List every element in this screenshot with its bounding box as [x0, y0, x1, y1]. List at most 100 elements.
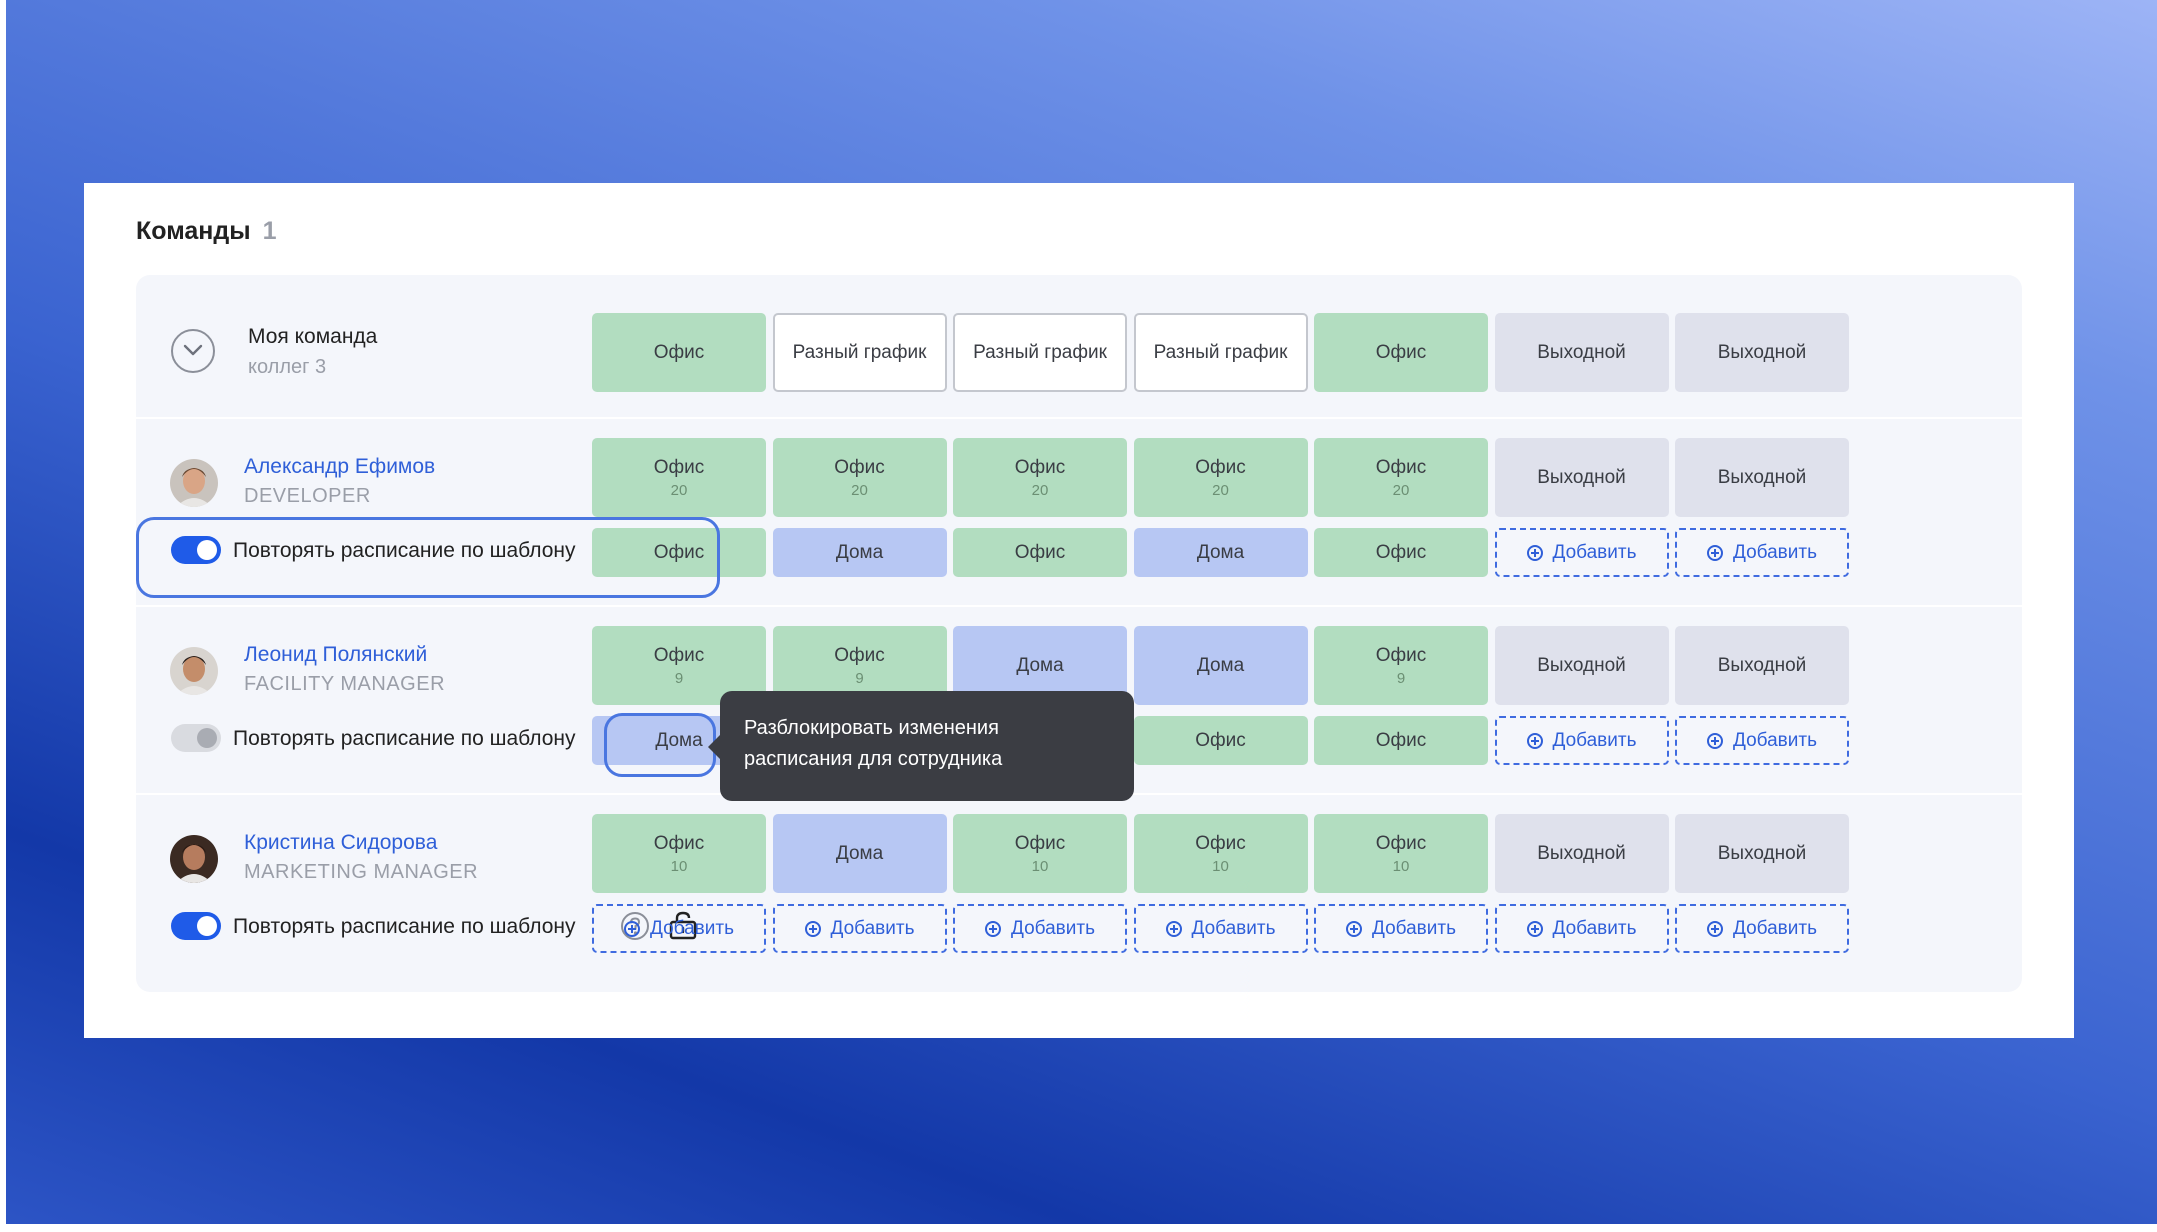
- employee-name[interactable]: Леонид Полянский: [244, 643, 427, 667]
- day-cell-office[interactable]: Офис 9: [1314, 626, 1488, 705]
- day-cell-office[interactable]: Офис 20: [772, 438, 947, 517]
- day-cell-office[interactable]: Офис 20: [953, 438, 1127, 517]
- unlock-tooltip: Разблокировать изменения расписания для …: [708, 691, 1134, 801]
- add-day-button[interactable]: Добавить: [1675, 716, 1849, 765]
- day-cell-off[interactable]: Выходной: [1494, 438, 1669, 517]
- plus-circle-icon: [1526, 732, 1543, 749]
- day-cell-home[interactable]: Дома: [1133, 626, 1308, 705]
- repeat-template-toggle[interactable]: [171, 912, 221, 940]
- day-cell-office[interactable]: Офис 10: [592, 814, 766, 893]
- day-cell-mixed[interactable]: Разный график: [1133, 313, 1308, 392]
- day-cell-home[interactable]: Дома: [772, 528, 947, 577]
- day-cell-office[interactable]: Офис: [1133, 716, 1308, 765]
- add-day-button[interactable]: Добавить: [1133, 904, 1308, 953]
- employee-row: Кристина Сидорова MARKETING MANAGER Повт…: [136, 795, 2022, 983]
- day-cell-office[interactable]: Офис 20: [592, 438, 766, 517]
- day-cell-label: Офис: [1375, 341, 1427, 363]
- day-cell-label: Добавить: [1552, 729, 1637, 751]
- avatar[interactable]: [170, 459, 218, 507]
- day-cell-label: Дома: [1196, 541, 1245, 563]
- section-title: Команды 1: [136, 217, 277, 246]
- day-cell-label: Добавить: [1733, 917, 1817, 939]
- day-cell-label: Выходной: [1537, 341, 1626, 363]
- employee-name[interactable]: Кристина Сидорова: [244, 831, 437, 855]
- plus-circle-icon: [1707, 920, 1723, 937]
- day-cell-off[interactable]: Выходной: [1494, 626, 1669, 705]
- day-cell-label: Добавить: [830, 917, 915, 939]
- schedule-panel: Моя команда коллег 3 Офис Разный график Ра…: [136, 275, 2022, 992]
- day-cell-label: Офис: [834, 456, 885, 478]
- day-cell-label: Офис: [1014, 541, 1066, 563]
- employee-role: DEVELOPER: [244, 485, 371, 507]
- day-cell-label: Офис: [653, 644, 705, 666]
- day-cell-off[interactable]: Выходной: [1494, 814, 1669, 893]
- day-cell-label: Разный график: [1153, 341, 1288, 363]
- day-cell-count: 9: [674, 669, 684, 687]
- day-cell-office[interactable]: Офис 20: [1133, 438, 1308, 517]
- day-cell-office[interactable]: Офис: [1314, 313, 1488, 392]
- employee-name[interactable]: Александр Ефимов: [244, 455, 435, 479]
- add-day-button[interactable]: Добавить: [953, 904, 1127, 953]
- add-day-button[interactable]: Добавить: [1494, 528, 1669, 577]
- chevron-down-icon: [183, 344, 203, 356]
- day-cell-office[interactable]: Офис: [592, 313, 766, 392]
- day-cell-count: 10: [1031, 857, 1049, 875]
- day-cell-count: 20: [1212, 481, 1229, 499]
- day-cell-count: 10: [1392, 857, 1410, 875]
- day-cell-off[interactable]: Выходной: [1675, 626, 1849, 705]
- day-cell-office[interactable]: Офис: [1314, 528, 1488, 577]
- team-collapse-button[interactable]: [171, 329, 215, 373]
- day-cell-label: Офис: [1195, 832, 1246, 854]
- day-cell-off[interactable]: Выходной: [1675, 438, 1849, 517]
- day-cell-off[interactable]: Выходной: [1675, 313, 1849, 392]
- unlock-button-highlight: [604, 713, 716, 777]
- day-cell-home[interactable]: Дома: [1133, 528, 1308, 577]
- day-cell-label: Офис: [1375, 729, 1427, 751]
- day-cell-home[interactable]: Дома: [772, 814, 947, 893]
- day-cell-office[interactable]: Офис: [953, 528, 1127, 577]
- day-cell-label: Добавить: [1733, 541, 1817, 563]
- plus-circle-icon: [1165, 920, 1182, 937]
- day-cell-count: 10: [1212, 857, 1229, 875]
- day-cell-office[interactable]: Офис 20: [1314, 438, 1488, 517]
- day-cell-label: Разный график: [973, 341, 1107, 363]
- day-cell-mixed[interactable]: Разный график: [772, 313, 947, 392]
- day-cell-label: Добавить: [650, 917, 734, 939]
- day-cell-count: 10: [670, 857, 688, 875]
- template-toggle-highlight: [136, 517, 720, 598]
- repeat-template-toggle[interactable]: [171, 724, 221, 752]
- day-cell-count: 20: [670, 481, 688, 499]
- day-cell-label: Офис: [1375, 832, 1427, 854]
- add-day-button[interactable]: Добавить: [592, 904, 766, 953]
- avatar[interactable]: [170, 647, 218, 695]
- day-cell-mixed[interactable]: Разный график: [953, 313, 1127, 392]
- day-cell-office[interactable]: Офис 10: [953, 814, 1127, 893]
- add-day-button[interactable]: Добавить: [1314, 904, 1488, 953]
- add-day-button[interactable]: Добавить: [1494, 904, 1669, 953]
- avatar[interactable]: [170, 835, 218, 883]
- frame-edge: [0, 0, 6, 1232]
- day-cell-off[interactable]: Выходной: [1494, 313, 1669, 392]
- plus-circle-icon: [624, 920, 640, 937]
- day-cell-label: Дома: [835, 541, 884, 563]
- day-cell-label: Добавить: [1011, 917, 1095, 939]
- day-cell-label: Выходной: [1717, 341, 1807, 363]
- day-cell-label: Офис: [653, 832, 705, 854]
- day-cell-label: Дома: [1196, 654, 1245, 676]
- day-cell-office[interactable]: Офис 10: [1314, 814, 1488, 893]
- day-cell-label: Добавить: [1372, 917, 1456, 939]
- add-day-button[interactable]: Добавить: [772, 904, 947, 953]
- day-cell-label: Офис: [1014, 456, 1066, 478]
- day-cell-office[interactable]: Офис: [1314, 716, 1488, 765]
- day-cell-label: Дома: [835, 842, 884, 864]
- day-cell-off[interactable]: Выходной: [1675, 814, 1849, 893]
- day-cell-count: 20: [1392, 481, 1410, 499]
- day-cell-label: Выходной: [1717, 654, 1807, 676]
- day-cell-label: Дома: [1016, 654, 1064, 676]
- add-day-button[interactable]: Добавить: [1675, 904, 1849, 953]
- add-day-button[interactable]: Добавить: [1494, 716, 1669, 765]
- day-cell-label: Выходной: [1537, 654, 1626, 676]
- team-member-count: коллег 3: [248, 356, 327, 378]
- add-day-button[interactable]: Добавить: [1675, 528, 1849, 577]
- day-cell-office[interactable]: Офис 10: [1133, 814, 1308, 893]
